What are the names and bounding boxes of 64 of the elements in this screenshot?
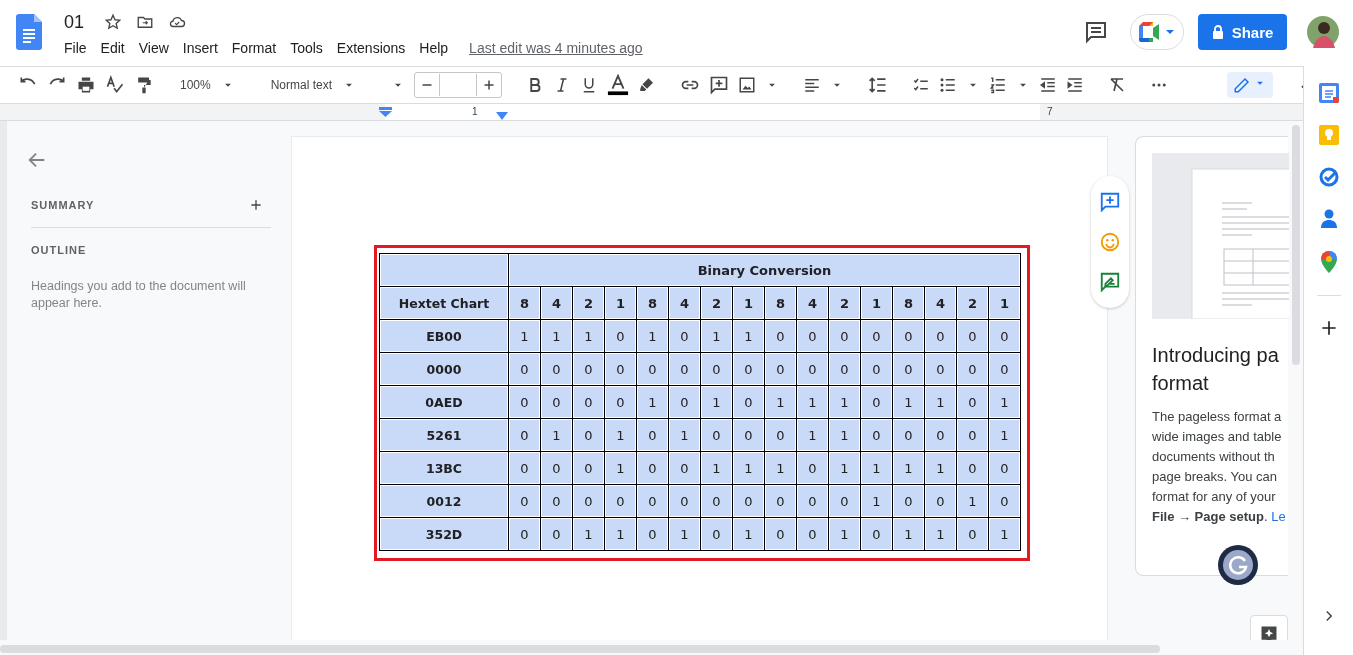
scrollbar-thumb[interactable] (1292, 125, 1300, 365)
table-header-cell: Binary Conversion (508, 253, 1021, 287)
horizontal-scrollbar[interactable] (0, 645, 1160, 653)
table-cell: 5261 (379, 418, 509, 452)
bulleted-list-icon[interactable] (939, 76, 958, 94)
calendar-icon[interactable] (1318, 83, 1339, 103)
table-cell: 0012 (379, 484, 509, 518)
spellcheck-icon[interactable] (105, 75, 125, 95)
meet-button[interactable] (1130, 14, 1184, 50)
image-icon[interactable] (738, 76, 757, 94)
font-size-field[interactable] (414, 72, 503, 98)
suggest-edit-icon[interactable] (1099, 271, 1121, 293)
summary-heading: SUMMARY (31, 199, 95, 211)
menu-item[interactable]: File (57, 38, 94, 58)
outline-hint: Headings you add to the document will appear here. (31, 278, 247, 312)
decrease-indent-icon[interactable] (1039, 76, 1058, 94)
avatar[interactable] (1307, 16, 1339, 48)
add-comment-icon[interactable] (1099, 191, 1121, 213)
tasks-icon[interactable] (1318, 167, 1339, 187)
menu-item[interactable]: View (131, 38, 176, 58)
align-left-icon[interactable] (803, 76, 822, 94)
sparkle-icon (1259, 624, 1279, 640)
menu-item[interactable]: Help (412, 38, 456, 58)
outline-heading: OUTLINE (31, 244, 88, 256)
share-button[interactable]: Share (1198, 14, 1287, 50)
pencil-icon (1233, 76, 1252, 94)
table-cell: 0AED (379, 385, 509, 419)
docs-logo-icon[interactable] (16, 14, 42, 50)
star-icon[interactable] (104, 13, 123, 31)
table-cell: 13BC (379, 451, 509, 485)
table-cell: EB00 (379, 319, 509, 353)
add-summary-icon[interactable] (248, 197, 264, 213)
table-cell: 0000 (379, 352, 509, 386)
zoom-dropdown[interactable]: 100% (178, 78, 237, 92)
print-icon[interactable] (76, 75, 96, 95)
lock-icon (1211, 25, 1224, 39)
document-title[interactable]: 01 (64, 11, 85, 33)
text-color-icon[interactable] (607, 74, 630, 96)
last-edit-link[interactable]: Last edit was 4 minutes ago (469, 40, 643, 56)
promo-title: Introducing pa format (1152, 343, 1280, 396)
contacts-icon[interactable] (1319, 209, 1338, 229)
comment-icon[interactable] (1084, 20, 1108, 44)
editing-mode-button[interactable] (1227, 72, 1274, 98)
numbered-list-icon[interactable] (989, 76, 1008, 94)
indent-marker-icon[interactable] (379, 107, 392, 117)
line-spacing-icon[interactable] (868, 75, 889, 95)
promo-text: The pageless format a wide images and table documents without th page breaks. You can format for any of your File → Page setup. Le (1152, 408, 1287, 526)
menu-item[interactable]: Tools (283, 38, 330, 58)
learn-more-link[interactable]: Le (1271, 509, 1286, 524)
add-comment-icon[interactable] (709, 75, 730, 95)
menu-item[interactable]: Insert (175, 38, 225, 58)
style-dropdown[interactable]: Normal text (268, 78, 359, 92)
assistant-icon[interactable] (1217, 544, 1259, 586)
increase-indent-icon[interactable] (1066, 76, 1085, 94)
ruler-number: 7 (1047, 106, 1053, 117)
caret-icon (1165, 27, 1175, 37)
right-indent-marker-icon[interactable] (496, 112, 508, 120)
menu-item[interactable]: Edit (93, 38, 132, 58)
map-pin-icon[interactable] (1320, 251, 1337, 273)
menu-item[interactable]: Extensions (329, 38, 413, 58)
table-cell: 352D (379, 517, 509, 551)
menu-item[interactable]: Format (224, 38, 284, 58)
ruler-number: 1 (472, 106, 478, 117)
table-header-cell: Hextet Chart (379, 286, 509, 320)
